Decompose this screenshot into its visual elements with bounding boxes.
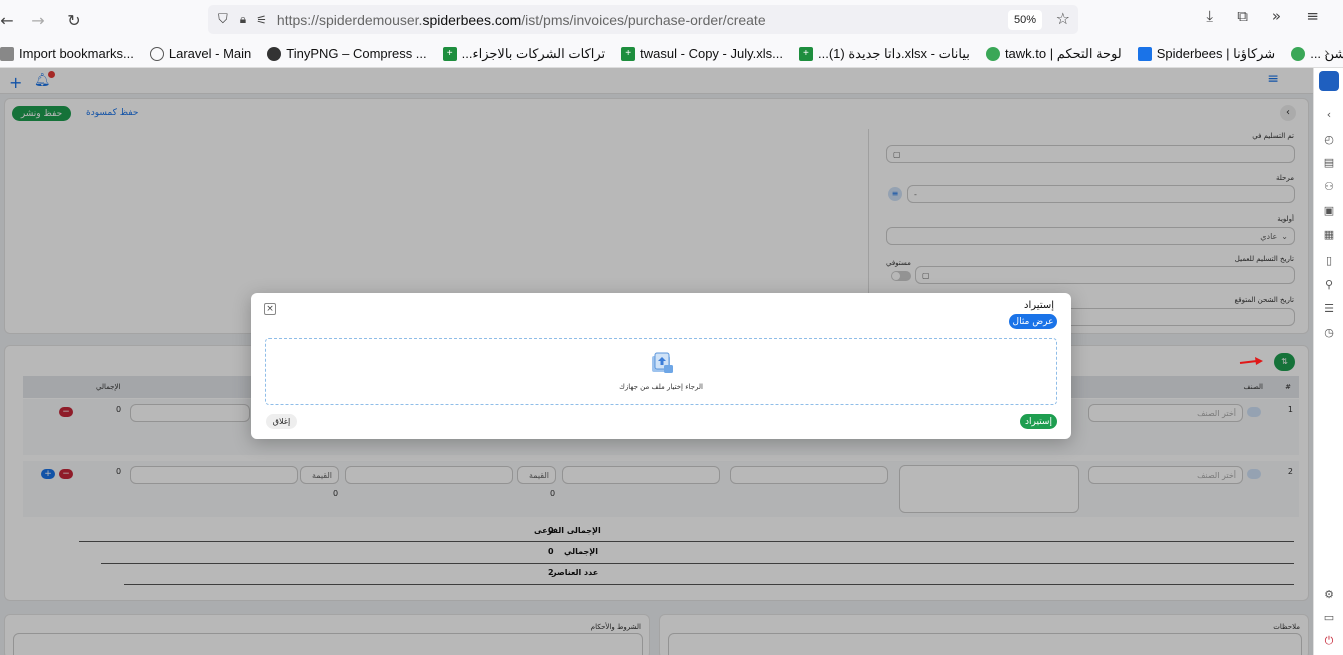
file-icon[interactable]: ▯ [1322, 254, 1336, 268]
power-icon[interactable]: ⏻ [1322, 634, 1336, 648]
menu-icon[interactable]: ≡ [1306, 7, 1319, 25]
modal-title: إستيراد [1024, 300, 1054, 311]
sheets-icon: + [621, 46, 636, 61]
back-icon[interactable]: ← [0, 5, 22, 35]
lock-icon[interactable]: 🔒︎ [240, 12, 246, 27]
extensions-icon[interactable]: ⧉ [1237, 7, 1248, 25]
settings-icon[interactable]: ⚙ [1322, 588, 1336, 602]
url-text[interactable]: https://spiderdemouser.spiderbees.com/is… [277, 12, 766, 28]
globe-icon [149, 46, 164, 61]
drop-zone-text: الرجاء إختيار ملف من جهازك [619, 383, 703, 391]
url-bar[interactable]: ⛉ 🔒︎ ⚟ https://spiderdemouser.spiderbees… [208, 5, 1078, 34]
wallet-icon[interactable] [1322, 231, 1336, 245]
users-icon[interactable]: ⚇ [1322, 180, 1336, 194]
bookmarks-overflow-icon[interactable]: › [1324, 44, 1329, 60]
bookmark-tawk[interactable]: tawk.to | لوحة التحكم [978, 42, 1130, 66]
leaf-icon [1291, 46, 1306, 61]
bookmark-organic[interactable]: ... الحمراء – اورجانيك نيشن [1283, 42, 1343, 66]
permissions-icon[interactable]: ⚟ [256, 13, 267, 27]
close-button[interactable]: إغلاق [266, 414, 297, 429]
dashboard-icon[interactable]: ◴ [1322, 133, 1336, 147]
import-icon [0, 46, 14, 61]
import-modal: × إستيراد عرض مثال الرجاء إختيار ملف من … [251, 293, 1071, 439]
file-drop-zone[interactable]: الرجاء إختيار ملف من جهازك [265, 338, 1057, 405]
zoom-level[interactable]: 50% [1007, 10, 1042, 30]
collapse-icon[interactable]: ‹ [1322, 108, 1336, 122]
bookmark-laravel[interactable]: Laravel - Main [142, 42, 259, 66]
screen-icon[interactable]: ▭ [1322, 611, 1336, 625]
overflow-icon[interactable]: » [1272, 7, 1281, 25]
close-icon[interactable]: × [264, 303, 276, 315]
bookmark-sheet-2[interactable]: + twasul - Copy - July.xls... [613, 42, 791, 66]
star-icon[interactable]: ☆ [1056, 9, 1070, 28]
show-example-button[interactable]: عرض مثال [1009, 314, 1057, 329]
browser-toolbar: ← → ↻ ⛉ 🔒︎ ⚟ https://spiderdemouser.spid… [0, 0, 1343, 40]
spiderbees-icon [1137, 46, 1152, 61]
bookmark-sheet-3[interactable]: + ...داتا جديدة (1).xlsx - بيانات [791, 42, 978, 66]
sheets-icon: + [798, 46, 813, 61]
bookmark-tinypng[interactable]: TinyPNG – Compress ... [259, 42, 434, 66]
reload-icon[interactable]: ↻ [59, 5, 89, 35]
annotation-arrow-icon [1239, 357, 1263, 365]
bookmark-import[interactable]: Import bookmarks... [0, 42, 142, 66]
box-icon[interactable]: ▣ [1322, 204, 1336, 218]
bookmarks-bar: Import bookmarks... Laravel - Main TinyP… [0, 40, 1343, 68]
bookmark-spiderbees[interactable]: Spiderbees | شركاؤنا [1130, 42, 1283, 66]
bookmark-sheet-1[interactable]: + ...تراكات الشركات بالاجزاء [435, 42, 614, 66]
import-button[interactable]: إستيراد [1020, 414, 1057, 429]
forward-icon[interactable]: → [23, 5, 53, 35]
list-icon[interactable]: ☰ [1322, 302, 1336, 316]
report-icon[interactable]: ⚲ [1322, 278, 1336, 292]
shield-icon[interactable]: ⛉ [218, 12, 228, 27]
upload-file-icon [652, 352, 673, 373]
time-icon[interactable]: ◷ [1322, 326, 1336, 340]
download-icon[interactable]: ⤓ [1206, 7, 1213, 25]
panda-icon [267, 46, 282, 61]
right-sidebar: ‹ ◴ ▤ ⚇ ▣ ▦ ▯ ⚲ ☰ ◷ ⚙ ▭ ⏻ [1313, 68, 1343, 655]
stack-icon[interactable]: ▤ [1322, 156, 1336, 170]
sheets-icon: + [442, 46, 457, 61]
app-logo [1319, 71, 1339, 91]
tawk-icon [985, 46, 1000, 61]
